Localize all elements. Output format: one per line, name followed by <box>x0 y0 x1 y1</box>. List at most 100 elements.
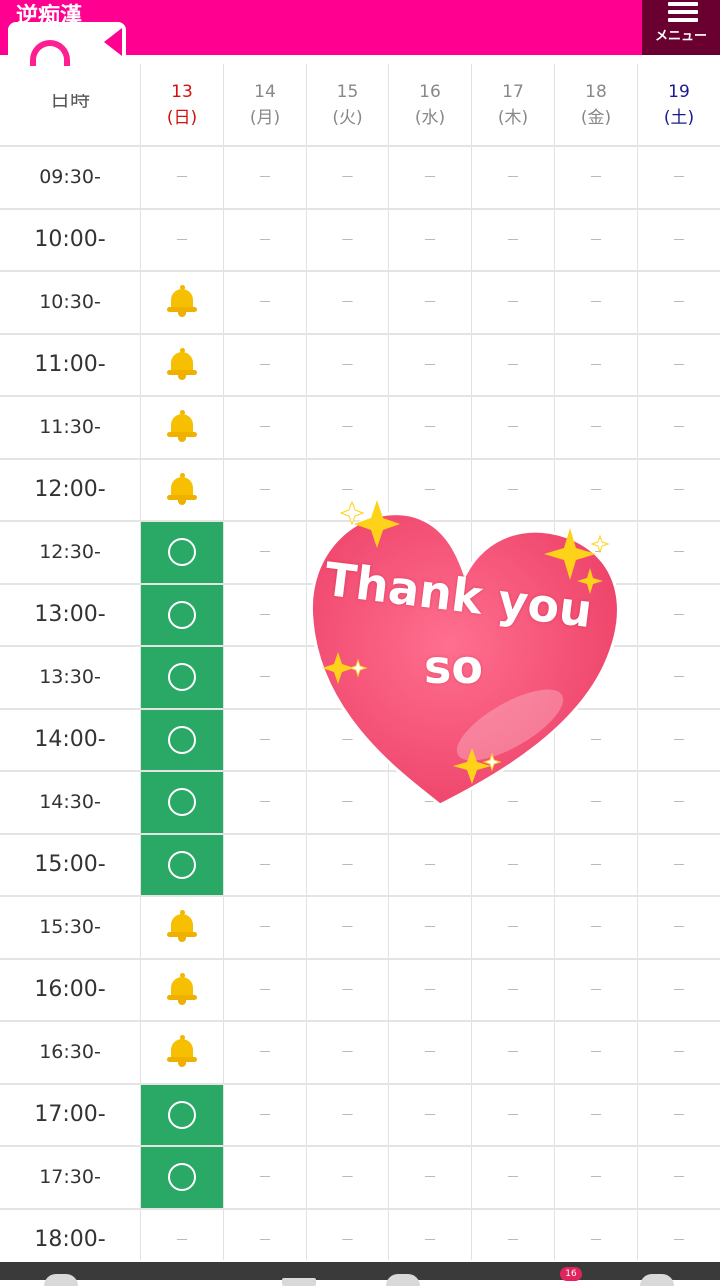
dash-mark: － <box>672 1107 686 1124</box>
dash-mark: － <box>672 1045 686 1062</box>
dash-mark: － <box>589 357 603 374</box>
slot-unavailable: － <box>638 460 720 521</box>
dash-mark: － <box>589 232 603 249</box>
slot-available[interactable] <box>141 647 224 708</box>
slot-unavailable: － <box>307 1084 389 1145</box>
time-slot-label: 13:00- <box>0 584 141 645</box>
app-header: 逆痴漢 メニュー <box>0 0 720 66</box>
slot-available[interactable] <box>141 709 224 770</box>
slot-unavailable: － <box>638 710 720 771</box>
dash-mark: － <box>672 545 686 562</box>
slot-unavailable: － <box>307 272 389 333</box>
dash-mark: － <box>589 295 603 312</box>
day-date: 15 <box>336 81 359 102</box>
dash-mark: － <box>423 170 437 187</box>
circle-icon <box>168 1163 196 1192</box>
slot-unavailable: － <box>555 147 638 208</box>
slot-unavailable: － <box>472 897 555 958</box>
slot-unavailable: － <box>307 1022 389 1083</box>
circle-icon <box>168 538 196 567</box>
dash-mark: － <box>589 920 603 937</box>
slot-unavailable: － <box>224 584 307 645</box>
table-row: 18:00- － － － － － － － <box>0 1209 720 1260</box>
dash-mark: － <box>340 1170 355 1187</box>
table-row: 17:00- － － － － － － <box>0 1084 720 1147</box>
time-slot-label: 15:30- <box>0 897 141 958</box>
slot-unavailable: － <box>224 897 307 958</box>
slot-unavailable: － <box>555 1022 638 1083</box>
time-slot-label: 15:00- <box>0 834 141 895</box>
dash-mark: － <box>672 1170 686 1187</box>
slot-unavailable: － <box>224 834 307 895</box>
slot-unavailable: － <box>389 959 472 1020</box>
time-slot-label: 17:30- <box>0 1147 141 1208</box>
slot-unavailable: － <box>141 1209 224 1260</box>
slot-unavailable: － <box>638 335 720 396</box>
slot-unavailable: － <box>307 1209 389 1260</box>
header-title: 逆痴漢 <box>16 4 83 24</box>
slot-available[interactable] <box>141 772 224 833</box>
slot-notify[interactable] <box>141 959 224 1020</box>
slot-available[interactable] <box>141 584 224 645</box>
slot-unavailable: － <box>638 647 720 708</box>
circle-icon <box>168 850 196 879</box>
time-slot-label: 12:00- <box>0 459 141 520</box>
slot-unavailable: － <box>389 1147 472 1208</box>
nav-search-icon[interactable] <box>386 1274 420 1286</box>
dash-mark: － <box>258 920 272 937</box>
day-weekday: (月) <box>249 107 281 128</box>
dash-mark: － <box>340 295 355 312</box>
slot-unavailable: － <box>638 272 720 333</box>
slot-unavailable: － <box>555 209 638 270</box>
slot-notify[interactable] <box>141 272 224 333</box>
slot-unavailable: － <box>224 334 307 395</box>
slot-notify[interactable] <box>141 397 224 458</box>
dash-mark: － <box>340 1045 355 1062</box>
time-column-header: 日時 <box>0 64 141 145</box>
slot-notify[interactable] <box>141 459 224 520</box>
slot-unavailable: － <box>555 397 638 458</box>
dash-mark: － <box>589 1107 603 1124</box>
time-slot-label: 10:00- <box>0 209 141 270</box>
slot-available[interactable] <box>141 1084 224 1145</box>
slot-available[interactable] <box>141 834 224 895</box>
slot-available[interactable] <box>141 1147 224 1208</box>
slot-unavailable: － <box>555 834 638 895</box>
slot-available[interactable] <box>141 522 224 583</box>
slot-notify[interactable] <box>141 334 224 395</box>
slot-notify[interactable] <box>141 1022 224 1083</box>
dash-mark: － <box>340 920 355 937</box>
time-slot-label: 11:00- <box>0 334 141 395</box>
slot-unavailable: － <box>224 1084 307 1145</box>
dash-mark: － <box>506 1045 520 1062</box>
dash-mark: － <box>506 1232 520 1249</box>
notification-badge: 16 <box>560 1267 582 1281</box>
day-header-16: 16 (水) <box>389 64 472 145</box>
circle-icon <box>168 663 196 692</box>
slot-unavailable: － <box>224 1022 307 1083</box>
slot-unavailable: － <box>638 585 720 646</box>
slot-unavailable: － <box>224 709 307 770</box>
slot-unavailable: － <box>224 272 307 333</box>
dash-mark: － <box>506 232 520 249</box>
menu-button[interactable]: メニュー <box>642 0 720 55</box>
dash-mark: － <box>340 357 355 374</box>
dash-mark: － <box>672 982 686 999</box>
dash-mark: － <box>340 170 355 187</box>
nav-calendar-icon[interactable] <box>282 1278 316 1286</box>
slot-unavailable: － <box>638 897 720 958</box>
dash-mark: － <box>423 920 437 937</box>
dash-mark: － <box>258 1045 272 1062</box>
slot-unavailable: － <box>638 772 720 833</box>
slot-unavailable: － <box>224 397 307 458</box>
nav-home-icon[interactable] <box>44 1274 78 1286</box>
table-row: 17:30- － － － － － － <box>0 1147 720 1210</box>
slot-notify[interactable] <box>141 897 224 958</box>
dash-mark: － <box>589 857 603 874</box>
dash-mark: － <box>258 857 272 874</box>
time-slot-label: 11:30- <box>0 397 141 458</box>
nav-profile-icon[interactable] <box>640 1274 674 1286</box>
slot-unavailable: － <box>307 897 389 958</box>
dash-mark: － <box>258 232 272 249</box>
dash-mark: － <box>258 1107 272 1124</box>
